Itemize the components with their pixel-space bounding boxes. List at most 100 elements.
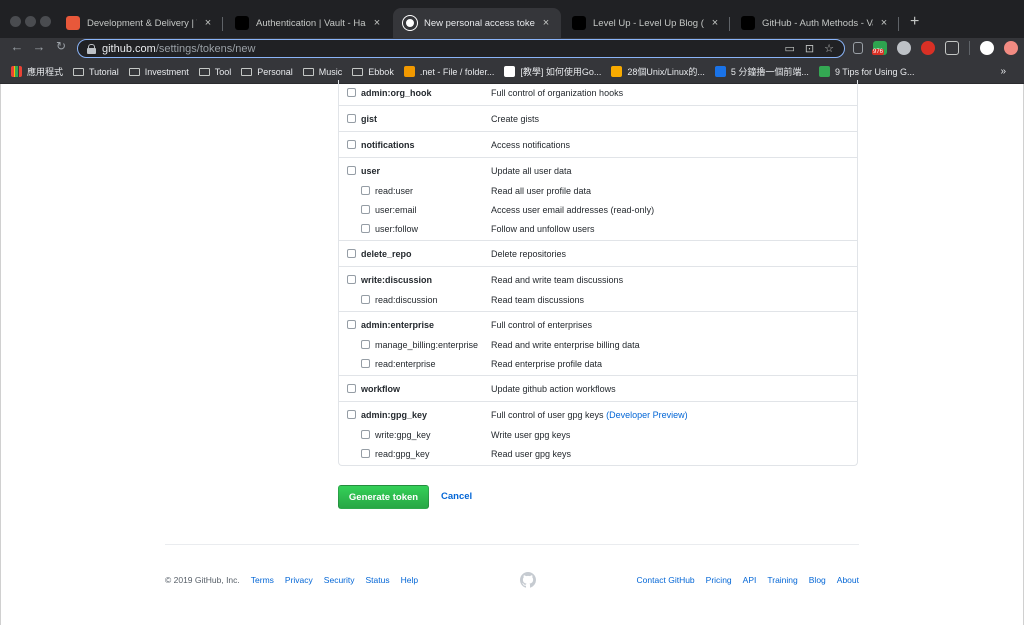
close-window-icon[interactable] [10,16,21,27]
footer-link-blog[interactable]: Blog [809,575,826,585]
scope-checkbox[interactable] [347,140,356,149]
footer-link-security[interactable]: Security [324,575,355,585]
sub-scope-description: Read and write enterprise billing data [491,339,640,350]
avatar[interactable] [980,41,994,55]
scope-checkbox[interactable] [347,114,356,123]
folder-icon [198,67,210,76]
developer-preview-link[interactable]: (Developer Preview) [606,410,688,420]
sub-scope-checkbox[interactable] [361,430,370,439]
tab-close-icon[interactable]: × [877,17,891,29]
scope-name: user [361,165,381,176]
footer-link-api[interactable]: API [743,575,757,585]
translate-icon[interactable]: ⊡ [805,42,814,55]
tab-2[interactable]: Authentication | Vault - HashiCorp × [225,8,392,38]
url-path: /settings/tokens/new [155,42,256,55]
bookmarks-overflow-icon[interactable]: » [1000,66,1006,77]
bookmark-star-icon[interactable]: ☆ [824,42,834,55]
bookmark-label: 28個Unix/Linux的... [627,67,705,77]
footer-link-training[interactable]: Training [767,575,797,585]
sub-scope-checkbox[interactable] [361,186,370,195]
folder-icon [241,67,253,76]
extension-badge-icon[interactable]: 976 [872,41,887,55]
sub-scope-checkbox[interactable] [361,295,370,304]
footer-link-terms[interactable]: Terms [251,575,274,585]
pocket-icon[interactable] [945,41,959,55]
scope-row: gist Create gists [339,108,857,129]
cancel-link[interactable]: Cancel [441,491,472,502]
tab-3[interactable]: New personal access token × [393,8,561,38]
bookmark-9[interactable]: [教學] 如何使用Go... [504,65,601,78]
scope-description-text: Delete repositories [491,248,567,259]
footer-link-privacy[interactable]: Privacy [285,575,313,585]
profile-icon[interactable] [1004,41,1018,55]
sub-scope-description: Read enterprise profile data [491,358,603,369]
bookmark-2[interactable]: Tutorial [73,67,119,77]
cast-icon[interactable]: ▭ [785,42,795,55]
scope-name: admin:gpg_key [361,409,428,420]
scope-description-text: Full control of user gpg keys [491,409,604,420]
forward-arrow-icon[interactable]: → [31,39,47,54]
bookmark-favicon-icon [611,66,623,77]
tab-favicon-icon [572,16,586,30]
scope-group: notifications Access notifications [339,132,857,158]
minimize-window-icon[interactable] [25,16,36,27]
github-logo-icon[interactable] [520,572,536,588]
sub-scope-checkbox[interactable] [361,205,370,214]
sub-scope-checkbox[interactable] [361,359,370,368]
tab-close-icon[interactable]: × [201,17,215,29]
bookmark-8[interactable]: .net - File / folder... [403,66,494,77]
new-tab-icon[interactable]: + [910,13,919,31]
tab-favicon-icon [235,16,249,30]
scope-row: delete_repo Delete repositories [339,243,857,264]
scope-checkbox[interactable] [347,384,356,393]
apps-grid-icon [11,66,22,77]
tab-close-icon[interactable]: × [370,17,384,29]
address-bar[interactable]: github.com/settings/tokens/new ▭ ⊡ ☆ [77,39,845,58]
bookmark-4[interactable]: Tool [198,67,231,77]
bookmark-1[interactable]: 應用程式 [11,65,63,78]
scope-checkbox[interactable] [347,88,356,97]
tab-1[interactable]: Development & Delivery | Trello × [56,8,223,38]
scope-checkbox[interactable] [347,249,356,258]
scope-group: user Update all user data read:user Read al… [339,158,857,241]
reload-icon[interactable]: ↻ [53,39,69,53]
tab-close-icon[interactable]: × [539,17,553,29]
scope-row: admin:enterprise Full control of enterpri… [339,314,857,335]
tab-close-icon[interactable]: × [708,17,722,29]
sub-scope-description: Access user email addresses (read-only) [491,204,655,215]
cloud-extension-icon[interactable] [897,41,911,55]
scope-checkbox[interactable] [347,275,356,284]
tab-5[interactable]: GitHub - Auth Methods - Vault × [731,8,899,38]
sub-scope-checkbox[interactable] [361,449,370,458]
zoom-window-icon[interactable] [40,16,51,27]
tab-4[interactable]: Level Up - Level Up Blog (https:// × [562,8,730,38]
scope-checkbox[interactable] [347,410,356,419]
scope-group: admin:enterprise Full control of enterpri… [339,312,857,376]
bookmark-3[interactable]: Investment [128,67,189,77]
scope-description-text: Update github action workflows [491,383,616,394]
scope-checkbox[interactable] [347,166,356,175]
reading-list-icon[interactable] [853,42,863,54]
scope-checkbox[interactable] [347,320,356,329]
tab-favicon-icon [66,16,80,30]
generate-token-button[interactable]: Generate token [338,485,429,509]
footer-link-help[interactable]: Help [401,575,418,585]
footer-link-pricing[interactable]: Pricing [706,575,732,585]
sub-scope-name: read:gpg_key [375,448,430,459]
bookmark-10[interactable]: 28個Unix/Linux的... [611,65,705,78]
bookmark-11[interactable]: 5 分鐘擼一個前端... [714,65,809,78]
extension-badge-count: 976 [872,49,885,55]
footer-link-about[interactable]: About [837,575,859,585]
sub-scope-checkbox[interactable] [361,224,370,233]
bookmark-12[interactable]: 9 Tips for Using G... [818,66,914,77]
red-extension-icon[interactable] [921,41,935,55]
bookmark-5[interactable]: Personal [241,67,293,77]
back-arrow-icon[interactable]: ← [9,39,25,54]
scope-description: Update github action workflows [491,384,616,394]
bookmark-6[interactable]: Music [302,67,342,77]
scope-row: user Update all user data [339,160,857,181]
footer-link-status[interactable]: Status [366,575,390,585]
footer-link-contact-github[interactable]: Contact GitHub [637,575,695,585]
bookmark-7[interactable]: Ebbok [352,67,394,77]
sub-scope-checkbox[interactable] [361,340,370,349]
